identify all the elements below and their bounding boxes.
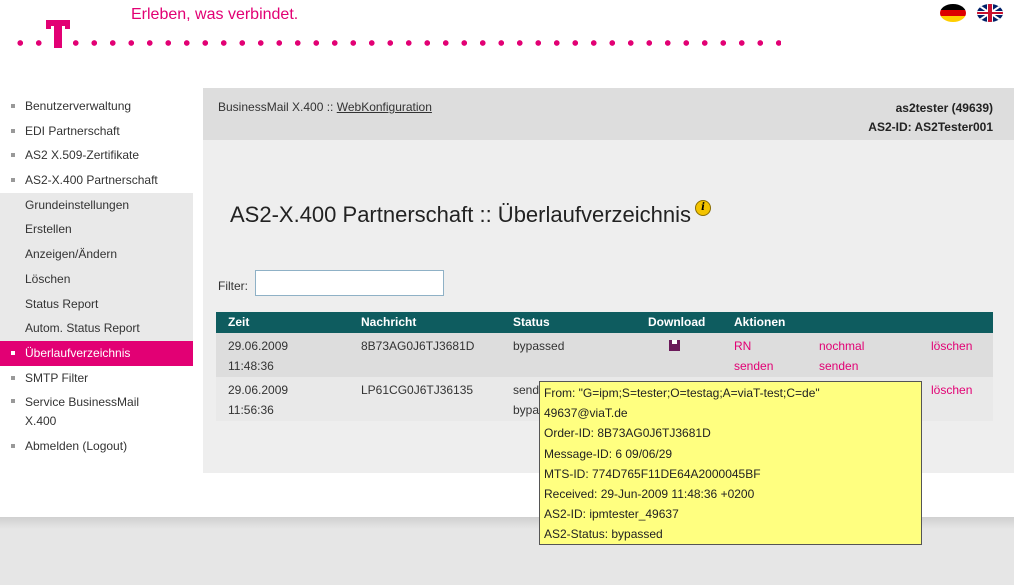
sidebar-item-label: Benutzerverwaltung [25, 99, 132, 113]
sidebar-item-logout[interactable]: Abmelden (Logout) [0, 434, 193, 459]
tooltip-line: AS2-ID: ipmtester_49637 [544, 507, 679, 522]
cell-zeit: 29.06.2009 11:56:36 [228, 383, 289, 417]
sidebar-subitem-autom-status-report[interactable]: Autom. Status Report [0, 316, 193, 341]
sidebar-item-label: Autom. Status Report [25, 321, 140, 336]
sidebar-item-label: AS2 X.509-Zertifikate [25, 148, 140, 163]
sidebar-item-as2-zertifikate[interactable]: AS2 X.509-Zertifikate [0, 143, 193, 168]
sidebar-item-label: Abmelden (Logout) [25, 439, 128, 454]
sidebar: Benutzerverwaltung EDI Partnerschaft AS2… [0, 94, 193, 459]
rn-senden-link[interactable]: RN senden [734, 336, 773, 376]
sidebar-subitem-loeschen[interactable]: Löschen [0, 266, 193, 292]
cell-nachricht[interactable]: 8B73AG0J6TJ3681D [361, 336, 474, 356]
sidebar-item-label: AS2-X.400 Partnerschaft [25, 173, 158, 188]
loeschen-link[interactable]: löschen [931, 336, 972, 356]
sidebar-item-label: Löschen [25, 271, 71, 286]
table-row: 29.06.2009 11:48:36 8B73AG0J6TJ3681D byp… [216, 333, 993, 377]
sidebar-item-label: Service BusinessMail X.400 [25, 395, 140, 429]
sidebar-item-smtp-filter[interactable]: SMTP Filter [0, 366, 193, 391]
breadcrumb: BusinessMail X.400 :: WebKonfiguration [218, 100, 432, 114]
sidebar-subitem-erstellen[interactable]: Erstellen [0, 217, 193, 243]
breadcrumb-prefix: BusinessMail X.400 :: [218, 100, 337, 114]
save-disk-icon[interactable] [669, 340, 680, 351]
tooltip-line: From: "G=ipm;S=tester;O=testag;A=viaT-te… [544, 386, 820, 400]
user-name: as2tester (49639) [895, 101, 993, 115]
page-title-text: AS2-X.400 Partnerschaft :: Überlaufverze… [230, 202, 692, 227]
column-header-status[interactable]: Status [513, 315, 550, 329]
tooltip-line: AS2-Status: bypassed [544, 527, 663, 542]
tooltip-line: Order-ID: 8B73AG0J6TJ3681D [544, 426, 711, 441]
column-header-nachricht[interactable]: Nachricht [361, 315, 416, 329]
filter-label: Filter: [218, 279, 248, 293]
breadcrumb-link[interactable]: WebKonfiguration [337, 100, 432, 114]
sidebar-item-label: Anzeigen/Ändern [25, 247, 118, 262]
tooltip-line: MTS-ID: 774D765F11DE64A2000045BF [544, 466, 761, 481]
user-as2id: AS2-ID: AS2Tester001 [868, 120, 993, 134]
sidebar-item-as2-x400-partnerschaft[interactable]: AS2-X.400 Partnerschaft [0, 168, 193, 193]
bullet-icon [11, 128, 15, 133]
sidebar-item-label: Überlaufverzeichnis [25, 345, 131, 360]
sidebar-item-service-businessmail[interactable]: Service BusinessMail X.400 [0, 390, 193, 434]
table-header: Zeit Nachricht Status Download Aktionen [216, 312, 993, 333]
page-title: AS2-X.400 Partnerschaft :: Überlaufverze… [230, 200, 712, 228]
sidebar-item-label: Status Report [25, 296, 99, 311]
bullet-icon [11, 104, 15, 108]
sidebar-item-benutzerverwaltung[interactable]: Benutzerverwaltung [0, 94, 193, 119]
message-tooltip: From: "G=ipm;S=tester;O=testag;A=viaT-te… [539, 381, 922, 545]
cell-zeit: 29.06.2009 11:48:36 [228, 339, 289, 373]
dot-line [11, 40, 781, 46]
tooltip-line: 49637@viaT.de [544, 406, 628, 421]
bullet-icon [11, 399, 15, 404]
bullet-icon [11, 375, 15, 380]
flag-de-icon[interactable] [940, 4, 966, 22]
bullet-icon [11, 444, 15, 449]
sidebar-item-label: SMTP Filter [25, 370, 89, 385]
info-icon[interactable]: i [695, 200, 712, 216]
bullet-icon [11, 178, 15, 183]
header: Erleben, was verbindet. [0, 0, 1014, 60]
cell-status: send bypa [513, 383, 540, 417]
column-header-zeit[interactable]: Zeit [228, 315, 249, 329]
tagline: Erleben, was verbindet. [131, 6, 299, 23]
bullet-icon [11, 350, 15, 355]
tooltip-line: Received: 29-Jun-2009 11:48:36 +0200 [544, 487, 755, 502]
sidebar-item-label: Erstellen [25, 222, 72, 237]
sidebar-item-label: Grundeinstellungen [25, 197, 130, 212]
tooltip-line: Message-ID: 6 09/06/29 [544, 446, 673, 461]
sidebar-subitem-anzeigen-aendern[interactable]: Anzeigen/Ändern [0, 242, 193, 267]
sidebar-subitem-grundeinstellungen[interactable]: Grundeinstellungen [0, 192, 193, 218]
nochmal-senden-link[interactable]: nochmal senden [819, 336, 864, 376]
filter-input[interactable] [255, 270, 444, 296]
flag-uk-icon[interactable] [977, 4, 1003, 22]
user-info: as2tester (49639) AS2-ID: AS2Tester001 [868, 99, 993, 137]
sidebar-item-edi-partnerschaft[interactable]: EDI Partnerschaft [0, 119, 193, 144]
loeschen-link[interactable]: löschen [931, 380, 972, 400]
column-header-aktionen: Aktionen [734, 315, 786, 329]
cell-status: bypassed [513, 339, 565, 353]
breadcrumb-bar: BusinessMail X.400 :: WebKonfiguration a… [203, 88, 1014, 140]
sidebar-item-label: EDI Partnerschaft [25, 123, 120, 138]
cell-nachricht[interactable]: LP61CG0J6TJ36135 [361, 380, 473, 400]
bullet-icon [11, 153, 15, 158]
sidebar-item-ueberlaufverzeichnis[interactable]: Überlaufverzeichnis [0, 340, 193, 366]
sidebar-subitem-status-report[interactable]: Status Report [0, 291, 193, 317]
column-header-download: Download [648, 315, 706, 329]
